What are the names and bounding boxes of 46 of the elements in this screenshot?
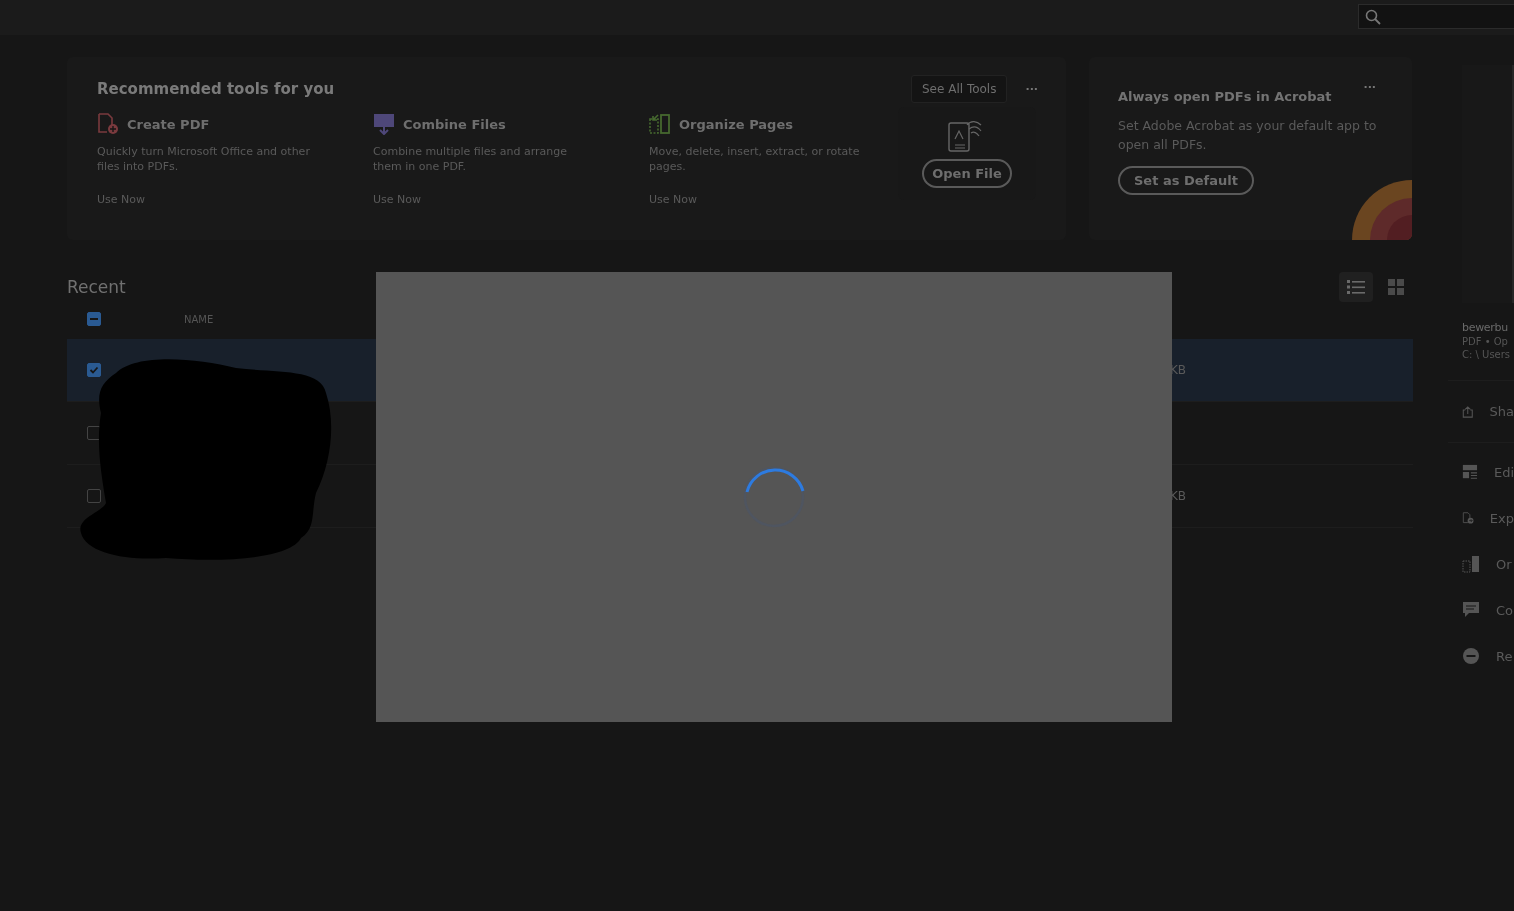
pdf-plus-icon [97,113,119,135]
combine-files-icon [373,113,395,135]
grid-icon [1388,279,1404,295]
edit-layout-icon [1462,463,1478,481]
action-label[interactable]: Exp [1489,510,1514,526]
select-all-checkbox[interactable] [87,312,101,326]
search-icon [1365,8,1381,25]
section-title: Recommended tools for you [97,80,335,98]
action-label[interactable]: Sha [1489,404,1514,419]
card-description: Set Adobe Acrobat as your default app to open all PDFs. [1118,117,1378,154]
row-checkbox[interactable] [87,489,101,503]
see-all-tools-button[interactable]: See All Tools [911,75,1008,103]
use-now-link[interactable]: Use Now [649,193,697,206]
tool-name: Create PDF [127,116,210,132]
check-icon [89,365,99,375]
action-label[interactable]: Co [1496,602,1514,618]
action-label[interactable]: Or [1496,556,1512,572]
tool-name: Organize Pages [679,116,793,132]
list-view-button[interactable] [1339,272,1373,302]
open-file-button[interactable]: Open File [922,159,1012,188]
set-as-default-button[interactable]: Set as Default [1118,166,1254,195]
more-button[interactable]: ··· [1359,81,1380,94]
search-field[interactable] [1358,4,1514,29]
card-title: Always open PDFs in Acrobat [1118,89,1332,104]
action-label[interactable]: Re [1496,648,1513,664]
export-pdf-icon [1462,509,1474,527]
more-button[interactable]: ··· [1021,82,1042,96]
file-name: bewerbu [1462,321,1509,334]
action-label[interactable]: Edi [1493,464,1514,480]
remove-icon [1462,647,1480,665]
section-title: Recent [67,277,126,297]
use-now-link[interactable]: Use Now [373,193,421,206]
tool-description: Move, delete, insert, extract, or rotate pages. [649,144,861,174]
row-checkbox[interactable] [87,363,101,377]
comment-icon [1462,601,1480,619]
file-path: C: \ Users [1462,349,1512,360]
use-now-link[interactable]: Use Now [97,193,145,206]
list-icon [1347,279,1365,295]
arc-drawing [1352,180,1412,240]
column-header: NAME [184,313,214,325]
file-meta: PDF • Op [1462,336,1509,347]
organize-pages-icon [1462,555,1480,573]
tool-description: Quickly turn Microsoft Office and other files into PDFs. [97,144,311,174]
organize-pages-icon [649,113,671,135]
minus-icon [90,318,98,320]
tool-name: Combine Files [403,116,506,132]
